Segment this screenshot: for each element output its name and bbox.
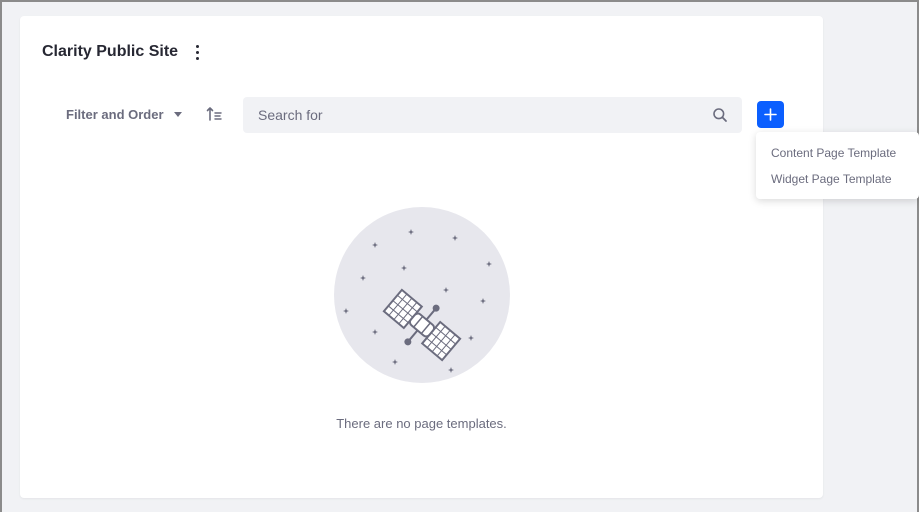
empty-state-message: There are no page templates. [336,416,507,431]
add-button[interactable] [757,101,784,128]
search-input[interactable] [243,97,712,133]
caret-down-icon [173,111,182,117]
satellite-illustration [334,207,510,383]
plus-icon [764,108,777,121]
filter-and-order-button[interactable]: Filter and Order [66,107,182,122]
menu-item-content-page-template[interactable]: Content Page Template [756,140,919,166]
kebab-vertical-icon[interactable] [192,43,202,61]
sort-order-icon[interactable] [206,105,224,123]
header: Clarity Public Site [42,40,202,64]
search-box [243,97,742,133]
add-dropdown-menu: Content Page Template Widget Page Templa… [756,132,919,199]
page-title: Clarity Public Site [42,43,179,60]
menu-item-widget-page-template[interactable]: Widget Page Template [756,166,919,192]
management-toolbar: Filter and Order [66,96,222,132]
filter-and-order-label: Filter and Order [66,106,164,122]
search-icon[interactable] [712,107,728,123]
